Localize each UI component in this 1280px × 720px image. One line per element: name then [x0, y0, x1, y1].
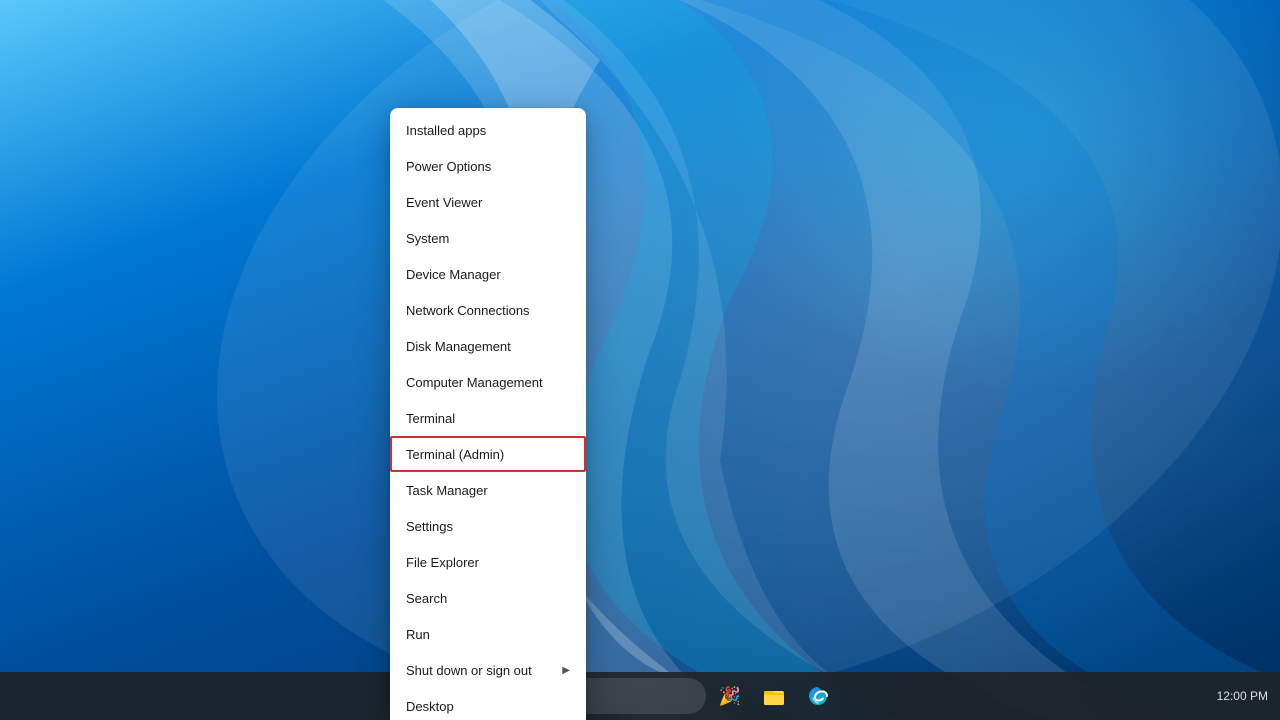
wallpaper: [0, 0, 1280, 720]
emoji-button[interactable]: 🎉: [710, 676, 750, 716]
menu-item-label-desktop: Desktop: [406, 699, 454, 714]
menu-item-desktop[interactable]: Desktop: [390, 688, 586, 720]
menu-item-terminal-admin[interactable]: Terminal (Admin): [390, 436, 586, 472]
edge-icon: [807, 685, 829, 707]
menu-item-label-terminal-admin: Terminal (Admin): [406, 447, 504, 462]
menu-item-label-file-explorer: File Explorer: [406, 555, 479, 570]
menu-item-label-event-viewer: Event Viewer: [406, 195, 482, 210]
menu-item-computer-management[interactable]: Computer Management: [390, 364, 586, 400]
menu-item-settings[interactable]: Settings: [390, 508, 586, 544]
edge-button[interactable]: [798, 676, 838, 716]
time-display: 12:00 PM: [1217, 689, 1268, 703]
system-tray: 12:00 PM: [1217, 689, 1268, 703]
menu-item-label-terminal: Terminal: [406, 411, 455, 426]
menu-item-label-search: Search: [406, 591, 447, 606]
file-explorer-button[interactable]: [754, 676, 794, 716]
menu-item-label-disk-management: Disk Management: [406, 339, 511, 354]
menu-item-label-installed-apps: Installed apps: [406, 123, 486, 138]
menu-item-disk-management[interactable]: Disk Management: [390, 328, 586, 364]
menu-item-file-explorer[interactable]: File Explorer: [390, 544, 586, 580]
menu-item-label-device-manager: Device Manager: [406, 267, 501, 282]
emoji-icon: 🎉: [719, 686, 741, 707]
menu-item-run[interactable]: Run: [390, 616, 586, 652]
menu-item-label-power-options: Power Options: [406, 159, 491, 174]
taskbar: Search 🎉: [0, 672, 1280, 720]
desktop: Installed apps Power Options Event Viewer S…: [0, 0, 1280, 720]
menu-item-terminal[interactable]: Terminal: [390, 400, 586, 436]
menu-item-search[interactable]: Search: [390, 580, 586, 616]
menu-item-label-computer-management: Computer Management: [406, 375, 543, 390]
menu-item-label-settings: Settings: [406, 519, 453, 534]
menu-item-label-shut-down: Shut down or sign out: [406, 663, 532, 678]
menu-item-shut-down[interactable]: Shut down or sign out ▶: [390, 652, 586, 688]
context-menu: Installed apps Power Options Event Viewer S…: [390, 108, 586, 720]
file-explorer-icon: [763, 685, 785, 707]
menu-item-label-run: Run: [406, 627, 430, 642]
menu-item-system[interactable]: System: [390, 220, 586, 256]
menu-item-label-network-connections: Network Connections: [406, 303, 530, 318]
menu-item-network-connections[interactable]: Network Connections: [390, 292, 586, 328]
menu-item-label-task-manager: Task Manager: [406, 483, 488, 498]
menu-item-label-system: System: [406, 231, 449, 246]
menu-item-device-manager[interactable]: Device Manager: [390, 256, 586, 292]
menu-item-event-viewer[interactable]: Event Viewer: [390, 184, 586, 220]
menu-item-power-options[interactable]: Power Options: [390, 148, 586, 184]
menu-item-task-manager[interactable]: Task Manager: [390, 472, 586, 508]
submenu-arrow-icon: ▶: [562, 665, 570, 676]
menu-item-installed-apps[interactable]: Installed apps: [390, 112, 586, 148]
